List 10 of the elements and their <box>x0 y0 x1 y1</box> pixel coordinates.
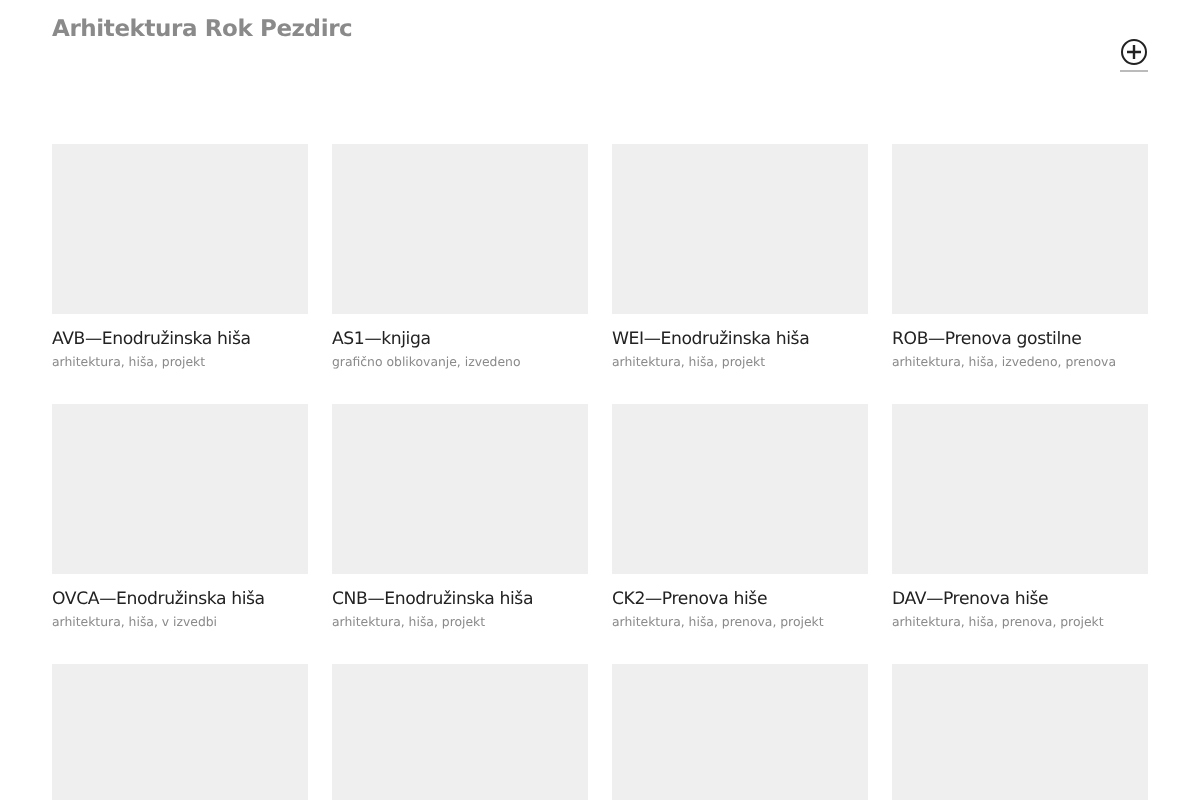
add-icon[interactable] <box>1120 38 1148 72</box>
project-title[interactable]: ROB—Prenova gostilne <box>892 330 1082 350</box>
project-title[interactable]: DAV—Prenova hiše <box>892 590 1049 610</box>
project-title[interactable]: AS1—knjiga <box>332 330 431 350</box>
site-title[interactable]: Arhitektura Rok Pezdirc <box>52 14 353 42</box>
project-title[interactable]: CNB—Enodružinska hiša <box>332 590 534 610</box>
project-title[interactable]: AVB—Enodružinska hiša <box>52 330 251 350</box>
project-title[interactable]: OVCA—Enodružinska hiša <box>52 590 265 610</box>
project-title[interactable]: CK2—Prenova hiše <box>612 590 768 610</box>
project-title[interactable]: WEI—Enodružinska hiša <box>612 330 810 350</box>
